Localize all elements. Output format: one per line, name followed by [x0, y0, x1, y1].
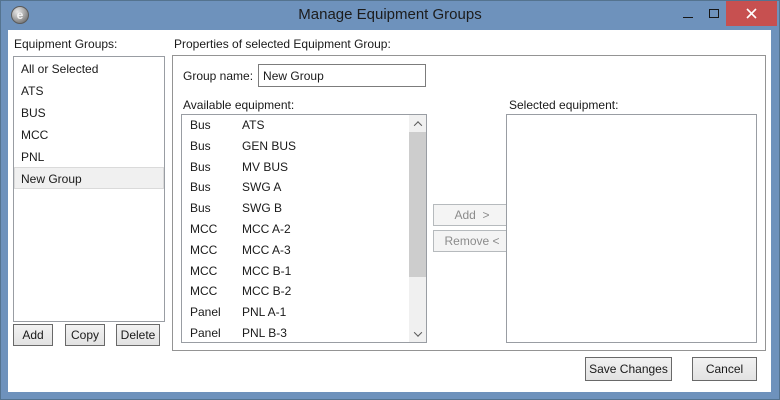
- copy-group-button[interactable]: Copy: [65, 324, 105, 346]
- equipment-row[interactable]: MCCMCC A-2: [182, 219, 409, 240]
- equipment-groups-label: Equipment Groups:: [14, 37, 117, 51]
- minimize-button[interactable]: [676, 1, 700, 26]
- window-title: Manage Equipment Groups: [0, 0, 780, 30]
- equipment-group-item[interactable]: ATS: [14, 79, 164, 101]
- scroll-up-button[interactable]: [409, 115, 426, 132]
- available-equipment-label: Available equipment:: [183, 98, 294, 112]
- delete-group-button[interactable]: Delete: [116, 324, 160, 346]
- dialog-window: e Manage Equipment Groups Equipment Grou…: [0, 0, 780, 400]
- equipment-row[interactable]: MCCMCC B-1: [182, 261, 409, 282]
- equipment-row[interactable]: MCCMCC A-3: [182, 240, 409, 261]
- equipment-group-item[interactable]: New Group: [14, 167, 164, 189]
- close-icon: [746, 8, 757, 19]
- scrollbar-thumb[interactable]: [409, 132, 426, 277]
- selected-equipment-label: Selected equipment:: [509, 98, 618, 112]
- maximize-icon: [709, 9, 719, 18]
- remove-equipment-button[interactable]: Remove <: [433, 230, 511, 252]
- properties-groupbox: Group name: Available equipment: BusATSB…: [172, 55, 766, 351]
- properties-section-label: Properties of selected Equipment Group:: [174, 37, 391, 51]
- equipment-groups-list[interactable]: All or SelectedATSBUSMCCPNLNew Group: [13, 56, 165, 322]
- minimize-icon: [683, 17, 693, 18]
- close-button[interactable]: [726, 1, 777, 26]
- equipment-row[interactable]: BusGEN BUS: [182, 136, 409, 157]
- equipment-group-item[interactable]: MCC: [14, 123, 164, 145]
- selected-equipment-list[interactable]: [506, 114, 757, 343]
- group-name-input[interactable]: [258, 64, 426, 87]
- available-equipment-rows: BusATSBusGEN BUSBusMV BUSBusSWG ABusSWG …: [182, 115, 409, 342]
- equipment-row[interactable]: BusMV BUS: [182, 157, 409, 178]
- equipment-row[interactable]: BusATS: [182, 115, 409, 136]
- equipment-row[interactable]: PanelPNL A-1: [182, 302, 409, 323]
- dialog-content: Equipment Groups: All or SelectedATSBUSM…: [8, 30, 771, 392]
- add-group-button[interactable]: Add: [13, 324, 53, 346]
- equipment-row[interactable]: MCCMCC B-2: [182, 281, 409, 302]
- chevron-up-icon: [413, 121, 421, 129]
- equipment-row[interactable]: BusSWG A: [182, 177, 409, 198]
- equipment-group-item[interactable]: All or Selected: [14, 57, 164, 79]
- chevron-down-icon: [413, 328, 421, 336]
- maximize-button[interactable]: [702, 1, 726, 26]
- available-equipment-list[interactable]: BusATSBusGEN BUSBusMV BUSBusSWG ABusSWG …: [181, 114, 427, 343]
- group-name-label: Group name:: [183, 69, 253, 83]
- equipment-row[interactable]: PanelPNL B-3: [182, 323, 409, 343]
- equipment-group-item[interactable]: PNL: [14, 145, 164, 167]
- cancel-button[interactable]: Cancel: [692, 357, 757, 381]
- add-equipment-button[interactable]: Add >: [433, 204, 511, 226]
- available-list-scrollbar[interactable]: [409, 115, 426, 342]
- selected-equipment-rows: [507, 115, 756, 342]
- scroll-down-button[interactable]: [409, 325, 426, 342]
- save-changes-button[interactable]: Save Changes: [585, 357, 672, 381]
- equipment-group-item[interactable]: BUS: [14, 101, 164, 123]
- equipment-row[interactable]: BusSWG B: [182, 198, 409, 219]
- titlebar[interactable]: e Manage Equipment Groups: [0, 0, 780, 30]
